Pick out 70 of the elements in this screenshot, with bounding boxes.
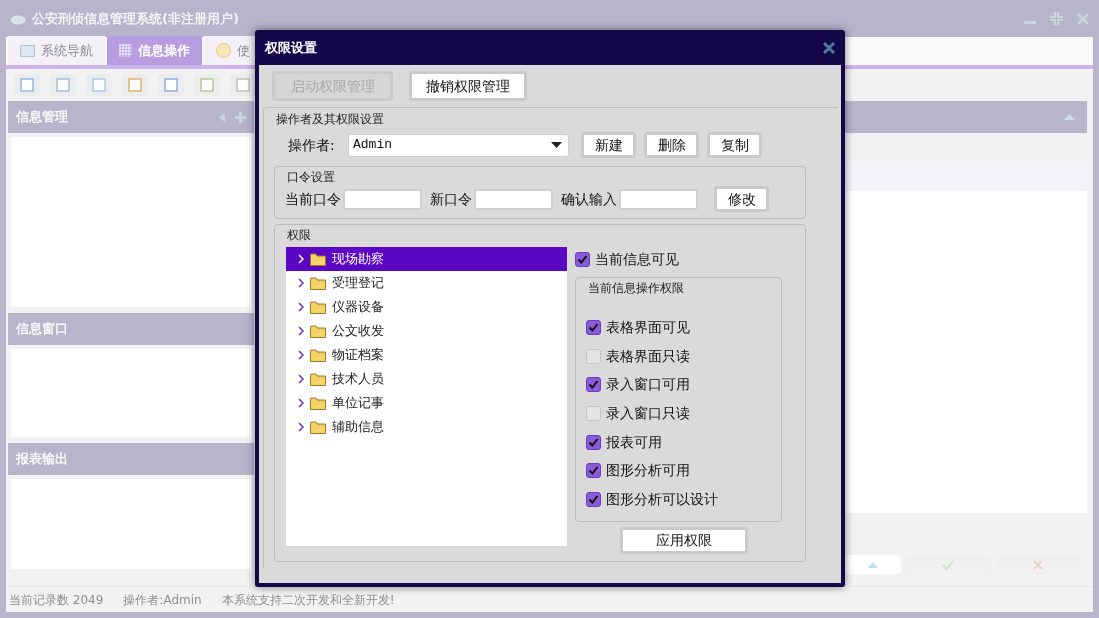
checkbox[interactable] (586, 434, 601, 450)
dialog-button[interactable]: 撤销权限管理 (409, 71, 527, 101)
checkbox-label: 表格界面可见 (606, 317, 690, 337)
field-label: 新口令 (430, 189, 472, 209)
window-title: 公安刑侦信息管理系统(非注册用户) (32, 9, 239, 28)
checkbox[interactable] (575, 251, 590, 267)
collapse-icon[interactable] (1064, 114, 1075, 120)
cross-icon (1033, 559, 1043, 570)
panel-title: 信息管理 (16, 108, 68, 127)
operator-button[interactable]: 新建 (581, 132, 636, 158)
field-label: 当前口令 (285, 189, 341, 209)
checkbox[interactable] (586, 463, 601, 479)
checkbox[interactable] (586, 348, 601, 364)
folder-icon (310, 396, 326, 410)
chevron-icon[interactable] (298, 302, 304, 312)
chevron-icon[interactable] (298, 398, 304, 408)
checkbox[interactable] (586, 491, 601, 507)
group-title: 口令设置 (287, 169, 336, 186)
chevron-icon[interactable] (298, 278, 304, 288)
modify-button[interactable]: 修改 (714, 186, 769, 212)
group-title: 当前信息操作权限 (588, 280, 685, 297)
dropdown-arrow-icon (551, 142, 562, 148)
chevron-icon[interactable] (298, 422, 304, 432)
checkbox-label: 图形分析可以设计 (606, 489, 718, 509)
toolbar-button[interactable] (230, 74, 256, 96)
up-triangle-icon (868, 561, 878, 568)
panel-title: 信息窗口 (16, 320, 68, 339)
group-title: 权限 (287, 227, 312, 244)
tree-item[interactable]: 现场勘察 (286, 247, 567, 271)
checkbox-label: 录入窗口可用 (606, 375, 690, 395)
checkbox-label: 图形分析可用 (606, 461, 690, 481)
chevron-icon[interactable] (298, 326, 304, 336)
folder-icon (310, 276, 326, 290)
field-label: 确认输入 (561, 189, 617, 209)
chevron-icon[interactable] (298, 350, 304, 360)
restore-icon[interactable] (1050, 12, 1063, 25)
grid-icon (119, 44, 132, 57)
left-arrow-icon[interactable] (219, 112, 225, 122)
plus-icon[interactable] (235, 111, 246, 123)
checkbox-label: 报表可用 (606, 432, 662, 452)
checkbox-label: 录入窗口只读 (606, 403, 690, 423)
folder-icon (310, 324, 326, 338)
close-icon[interactable] (823, 41, 835, 54)
folder-icon (310, 252, 326, 266)
checkbox-label: 当前信息可见 (595, 249, 679, 269)
password-field[interactable] (619, 188, 698, 210)
password-field[interactable] (474, 188, 553, 210)
panel-title: 报表输出 (16, 450, 68, 469)
folder-icon (310, 372, 326, 386)
status-text: 操作者:Admin (123, 591, 202, 609)
operator-button[interactable]: 删除 (644, 132, 699, 158)
checkbox-label: 表格界面只读 (606, 346, 690, 366)
apply-button[interactable]: 应用权限 (620, 527, 748, 554)
chevron-icon[interactable] (298, 374, 304, 384)
dialog-title: 权限设置 (265, 38, 317, 57)
folder-icon (310, 348, 326, 362)
status-text: 本系统支持二次开发和全新开发! (221, 591, 395, 609)
folder-icon (310, 420, 326, 434)
operator-select[interactable]: Admin (348, 133, 569, 157)
up-button[interactable] (845, 555, 901, 574)
status-text: 当前记录数 2049 (9, 591, 104, 609)
check-icon (942, 559, 954, 570)
checkbox[interactable] (586, 377, 601, 393)
group-title: 操作者及其权限设置 (276, 111, 385, 128)
operator-button[interactable]: 复制 (707, 132, 762, 158)
field-label: 操作者: (288, 135, 336, 155)
checkbox[interactable] (586, 319, 601, 335)
folder-icon (310, 300, 326, 314)
password-field[interactable] (343, 188, 422, 210)
checkbox[interactable] (586, 405, 601, 421)
